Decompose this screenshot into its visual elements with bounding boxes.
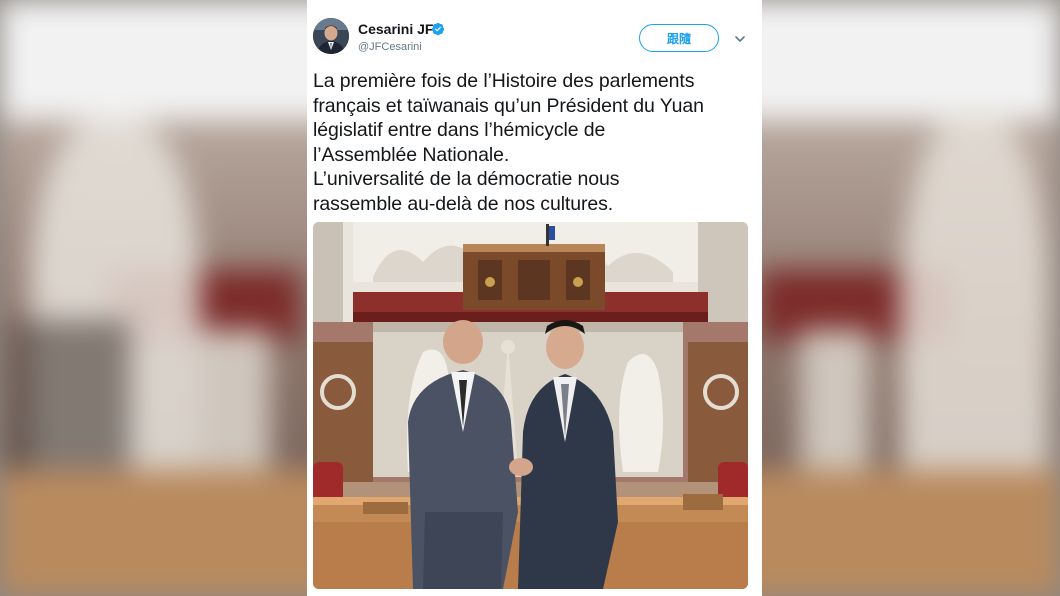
tweet-header: Cesarini JF @JFCesarini 跟隨	[307, 0, 762, 64]
tweet-text-line: L’universalité de la démocratie nous	[313, 168, 620, 190]
tweet-text-line: l’Assemblée Nationale.	[313, 143, 510, 166]
tweet-text: La première fois de l’Histoire des parle…	[313, 69, 759, 216]
tweet-card: Cesarini JF @JFCesarini 跟隨 La première f…	[307, 0, 762, 596]
tweet-text-line: La première fois de l’Histoire des parle…	[313, 70, 695, 92]
tweet-text-line: rassemble au-delà de nos cultures.	[313, 192, 614, 215]
author-handle[interactable]: @JFCesarini	[358, 41, 422, 53]
chevron-down-icon[interactable]	[733, 32, 747, 46]
author-name[interactable]: Cesarini JF	[358, 21, 433, 37]
tweet-photo[interactable]	[313, 222, 748, 589]
avatar[interactable]	[313, 18, 349, 54]
follow-button[interactable]: 跟隨	[639, 24, 719, 52]
tweet-text-line: législatif entre dans l’hémicycle de	[313, 119, 606, 141]
verified-badge-icon	[431, 22, 445, 36]
tweet-text-line: français et taïwanais qu’un Président du…	[313, 94, 704, 117]
